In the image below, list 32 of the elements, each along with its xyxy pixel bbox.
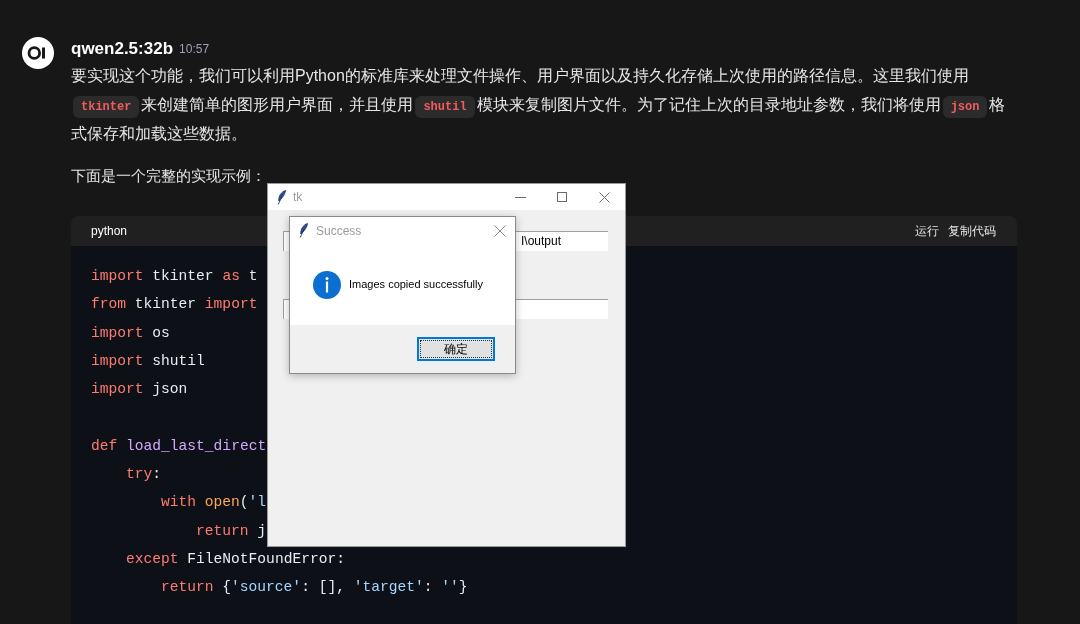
maximize-icon[interactable] [557,192,567,202]
code-line: except FileNotFoundError: [126,549,345,569]
message-paragraph: 下面是一个完整的实现示例： [71,166,266,186]
code-language: python [91,223,128,240]
avatar-icon [22,37,54,69]
feather-icon [299,223,308,238]
code-line: import os [91,323,170,343]
code-line: import json [91,380,188,400]
close-icon[interactable] [598,191,610,203]
model-name: qwen2.5:32b [71,38,174,61]
code-line: with open('l [161,493,267,513]
code-line: import tkinter as t [91,267,258,286]
feather-icon [277,189,286,205]
code-action-button[interactable]: 运行 [915,222,939,240]
dialog-message: Images copied successfully [349,277,483,293]
code-line: return {'source': [], 'target': ''} [161,578,468,598]
info-icon [313,270,341,299]
close-icon[interactable] [494,224,506,237]
text-field[interactable] [516,299,608,319]
text-field[interactable]: I\output [516,231,608,251]
code-line: def load_last_direct [91,436,267,456]
message-paragraph: 要实现这个功能，我们可以利用Python的标准库来处理文件操作、用户界面以及持久化存储上次使用的路径信息。这里我们使用 tkinter 来创建简单的图形用户界面，并且使用 shutil 模块来复制图片文件。为了记住上次的目录地址参数，我们将使用 json 格式保存和加载这些数据。 [71,66,1007,144]
window-title: tk [293,189,303,206]
code-line: import shutil [91,351,205,371]
code-action-button[interactable]: 复制代码 [948,222,996,240]
message-time: 10:57 [179,41,210,58]
dialog-title: Success [316,222,362,240]
code-line: try: [126,465,162,485]
code-line: from tkinter import [91,295,258,315]
code-line: return j [196,521,267,541]
minimize-icon[interactable] [514,196,526,198]
ok-button[interactable]: 确定 [417,337,495,361]
